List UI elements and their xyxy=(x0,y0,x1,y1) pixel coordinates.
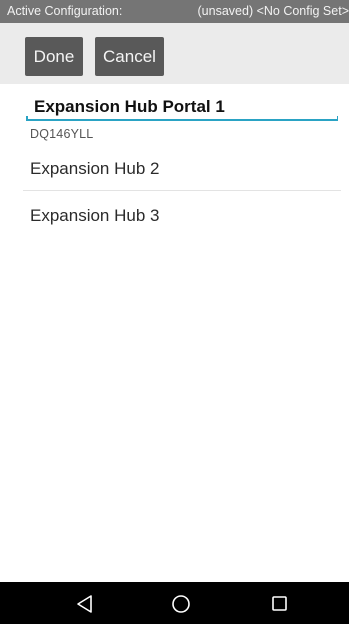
recents-square-icon xyxy=(272,596,287,611)
home-button[interactable] xyxy=(151,582,211,624)
list-item-expansion-hub-2[interactable]: Expansion Hub 2 xyxy=(30,159,159,179)
back-button[interactable] xyxy=(56,582,116,624)
portal-name-field[interactable]: Expansion Hub Portal 1 xyxy=(26,94,338,122)
toolbar: Done Cancel xyxy=(0,23,349,84)
home-circle-icon xyxy=(172,595,190,613)
active-config-label: Active Configuration: xyxy=(7,4,123,18)
done-button[interactable]: Done xyxy=(25,37,83,76)
device-list: Expansion Hub Portal 1 DQ146YLL Expansio… xyxy=(0,84,349,582)
recents-button[interactable] xyxy=(249,582,309,624)
screen: Active Configuration: (unsaved) <No Conf… xyxy=(0,0,349,624)
cancel-button[interactable]: Cancel xyxy=(95,37,164,76)
active-config-value: (unsaved) <No Config Set> xyxy=(197,4,349,18)
navigation-bar xyxy=(0,582,349,624)
back-triangle-icon xyxy=(77,595,92,613)
portal-name-underline xyxy=(26,116,338,121)
list-item-expansion-hub-3[interactable]: Expansion Hub 3 xyxy=(30,206,159,226)
list-divider xyxy=(23,190,341,191)
active-config-bar: Active Configuration: (unsaved) <No Conf… xyxy=(0,0,349,23)
portal-serial: DQ146YLL xyxy=(30,127,94,141)
